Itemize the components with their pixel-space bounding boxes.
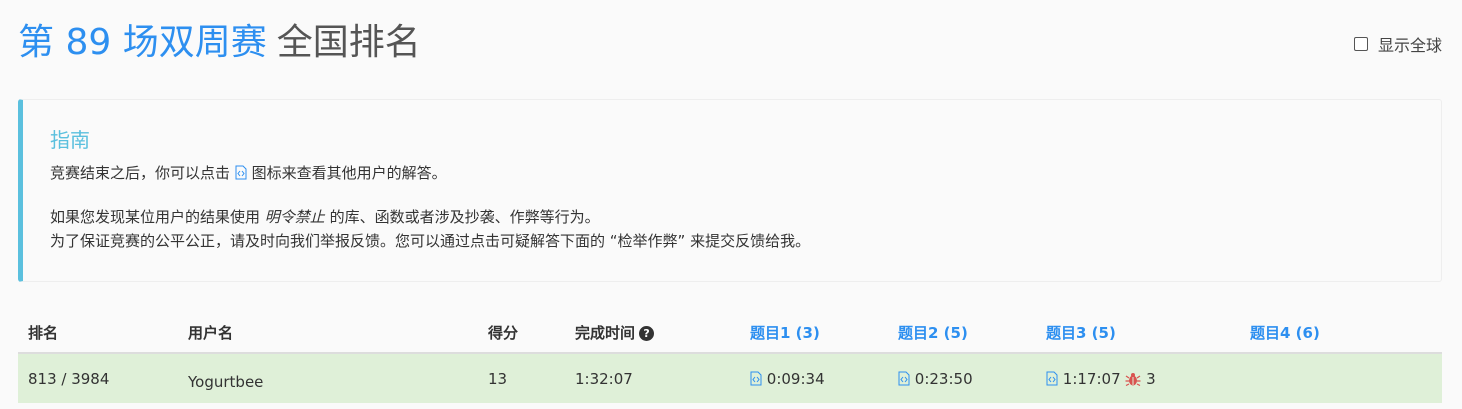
rank-cell: 813 / 3984 (28, 370, 110, 388)
score-cell: 13 (488, 370, 508, 388)
question-circle-icon[interactable]: ? (639, 326, 655, 341)
code-file-icon[interactable] (1046, 371, 1058, 386)
guide-text-report: 为了保证竞赛的公平公正，请及时向我们举报反馈。您可以通过点击可疑解答下面的 “检… (50, 232, 811, 250)
question-3-header[interactable]: 题目3 (5) (1046, 322, 1116, 343)
wrong-attempts-count: 3 (1146, 370, 1156, 388)
finish-time-column-header: 完成时间? (575, 322, 655, 343)
question-1-cell[interactable]: 0:09:34 (750, 370, 825, 388)
username-column-header: 用户名 (188, 324, 234, 342)
ranking-table-header: 排名 用户名 得分 完成时间? 题目1 (3) 题目2 (5) 题目3 (5) … (18, 310, 1442, 354)
contest-ranking-page: 第 89 场双周赛 全国排名 显示全球 指南 竞赛结束之后，你可以点击 图标来查… (0, 0, 1462, 409)
code-file-icon (235, 165, 247, 180)
contest-title[interactable]: 第 89 场双周赛 (18, 18, 267, 68)
guide-text-part: 图标来查看其他用户的解答。 (251, 164, 447, 182)
rank-column-header: 排名 (28, 324, 59, 342)
guide-text-part: 的库、函数或者涉及抄袭、作弊等行为。 (329, 208, 600, 226)
question-4-header[interactable]: 题目4 (6) (1250, 322, 1320, 343)
question-1-header[interactable]: 题目1 (3) (750, 322, 820, 343)
show-global-toggle[interactable]: 显示全球 (1353, 32, 1442, 56)
question-2-time: 0:23:50 (914, 370, 973, 388)
guide-title: 指南 (50, 128, 90, 152)
code-file-icon[interactable] (898, 371, 910, 386)
guide-text-forbidden: 如果您发现某位用户的结果使用 明令禁止 的库、函数或者涉及抄袭、作弊等行为。 (50, 205, 600, 229)
question-2-header[interactable]: 题目2 (5) (898, 322, 968, 343)
score-column-header: 得分 (488, 324, 519, 342)
finish-time-cell: 1:32:07 (575, 370, 633, 388)
forbidden-emphasis: 明令禁止 (264, 208, 325, 226)
guide-panel: 指南 竞赛结束之后，你可以点击 图标来查看其他用户的解答。 如果您发现某位用户的… (18, 99, 1442, 282)
question-3-cell[interactable]: 1:17:07 3 (1046, 370, 1156, 388)
question-1-time: 0:09:34 (766, 370, 825, 388)
show-global-checkbox[interactable] (1353, 37, 1368, 51)
username-cell[interactable]: Yogurtbee (188, 373, 263, 391)
page-title: 第 89 场双周赛 全国排名 (18, 18, 421, 68)
finish-time-label: 完成时间 (575, 324, 636, 342)
guide-text-part: 如果您发现某位用户的结果使用 (50, 208, 261, 226)
guide-text-solution: 竞赛结束之后，你可以点击 图标来查看其他用户的解答。 (50, 161, 447, 185)
ranking-title: 全国排名 (276, 22, 421, 63)
show-global-label: 显示全球 (1377, 36, 1442, 55)
guide-text-part: 竞赛结束之后，你可以点击 (50, 164, 231, 182)
table-row: 813 / 3984 Yogurtbee 13 1:32:07 0:09:34 … (18, 354, 1442, 403)
code-file-icon[interactable] (750, 371, 762, 386)
question-2-cell[interactable]: 0:23:50 (898, 370, 973, 388)
question-3-time: 1:17:07 (1062, 370, 1121, 388)
bug-icon (1125, 373, 1141, 386)
